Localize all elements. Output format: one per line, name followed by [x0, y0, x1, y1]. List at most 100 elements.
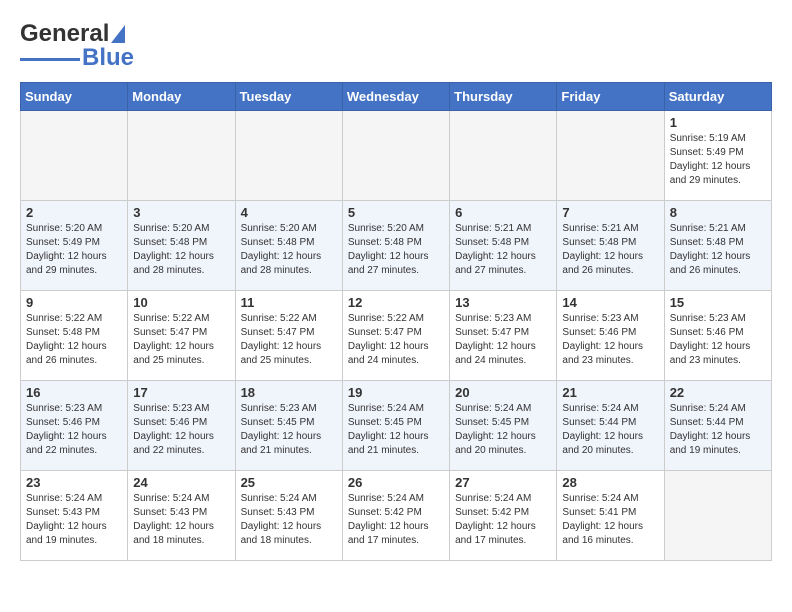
day-number: 8	[670, 205, 766, 220]
day-header-monday: Monday	[128, 83, 235, 111]
day-cell-11: 11 Sunrise: 5:22 AM Sunset: 5:47 PM Dayli…	[235, 291, 342, 381]
day-cell-12: 12 Sunrise: 5:22 AM Sunset: 5:47 PM Dayli…	[342, 291, 449, 381]
day-cell-4: 4 Sunrise: 5:20 AM Sunset: 5:48 PM Daylig…	[235, 201, 342, 291]
empty-cell	[21, 111, 128, 201]
day-cell-14: 14 Sunrise: 5:23 AM Sunset: 5:46 PM Dayli…	[557, 291, 664, 381]
day-cell-6: 6 Sunrise: 5:21 AM Sunset: 5:48 PM Daylig…	[450, 201, 557, 291]
logo-blue: Blue	[82, 44, 134, 72]
logo-triangle	[111, 25, 125, 43]
day-number: 11	[241, 295, 337, 310]
logo: General Blue	[20, 20, 134, 72]
day-info: Sunrise: 5:20 AM Sunset: 5:48 PM Dayligh…	[133, 222, 229, 278]
day-cell-27: 27 Sunrise: 5:24 AM Sunset: 5:42 PM Dayli…	[450, 471, 557, 561]
week-row-5: 23 Sunrise: 5:24 AM Sunset: 5:43 PM Dayli…	[21, 471, 772, 561]
day-number: 28	[562, 475, 658, 490]
day-cell-13: 13Sunrise: 5:23 AM Sunset: 5:47 PM Dayli…	[450, 291, 557, 381]
day-number: 5	[348, 205, 444, 220]
week-row-3: 9 Sunrise: 5:22 AM Sunset: 5:48 PM Daylig…	[21, 291, 772, 381]
empty-cell	[128, 111, 235, 201]
day-cell-2: 2Sunrise: 5:20 AM Sunset: 5:49 PM Daylig…	[21, 201, 128, 291]
day-number: 15	[670, 295, 766, 310]
day-info: Sunrise: 5:21 AM Sunset: 5:48 PM Dayligh…	[455, 222, 551, 278]
empty-cell	[342, 111, 449, 201]
week-row-4: 16 Sunrise: 5:23 AM Sunset: 5:46 PM Dayli…	[21, 381, 772, 471]
day-cell-7: 7Sunrise: 5:21 AM Sunset: 5:48 PM Daylig…	[557, 201, 664, 291]
day-info: Sunrise: 5:21 AM Sunset: 5:48 PM Dayligh…	[670, 222, 766, 278]
day-cell-18: 18Sunrise: 5:23 AM Sunset: 5:45 PM Dayli…	[235, 381, 342, 471]
day-info: Sunrise: 5:24 AM Sunset: 5:44 PM Dayligh…	[562, 402, 658, 458]
day-number: 14	[562, 295, 658, 310]
day-number: 26	[348, 475, 444, 490]
day-number: 10	[133, 295, 229, 310]
day-info: Sunrise: 5:24 AM Sunset: 5:45 PM Dayligh…	[348, 402, 444, 458]
day-cell-21: 21Sunrise: 5:24 AM Sunset: 5:44 PM Dayli…	[557, 381, 664, 471]
day-info: Sunrise: 5:24 AM Sunset: 5:42 PM Dayligh…	[455, 492, 551, 548]
day-cell-22: 22 Sunrise: 5:24 AM Sunset: 5:44 PM Dayli…	[664, 381, 771, 471]
day-info: Sunrise: 5:22 AM Sunset: 5:47 PM Dayligh…	[133, 312, 229, 368]
empty-cell	[664, 471, 771, 561]
day-cell-25: 25 Sunrise: 5:24 AM Sunset: 5:43 PM Dayli…	[235, 471, 342, 561]
day-info: Sunrise: 5:24 AM Sunset: 5:43 PM Dayligh…	[26, 492, 122, 548]
day-info: Sunrise: 5:23 AM Sunset: 5:46 PM Dayligh…	[26, 402, 122, 458]
day-info: Sunrise: 5:23 AM Sunset: 5:45 PM Dayligh…	[241, 402, 337, 458]
day-info: Sunrise: 5:23 AM Sunset: 5:46 PM Dayligh…	[562, 312, 658, 368]
day-number: 13	[455, 295, 551, 310]
day-number: 7	[562, 205, 658, 220]
day-cell-28: 28 Sunrise: 5:24 AM Sunset: 5:41 PM Dayli…	[557, 471, 664, 561]
day-info: Sunrise: 5:24 AM Sunset: 5:41 PM Dayligh…	[562, 492, 658, 548]
empty-cell	[557, 111, 664, 201]
week-row-2: 2Sunrise: 5:20 AM Sunset: 5:49 PM Daylig…	[21, 201, 772, 291]
day-info: Sunrise: 5:24 AM Sunset: 5:45 PM Dayligh…	[455, 402, 551, 458]
day-info: Sunrise: 5:22 AM Sunset: 5:47 PM Dayligh…	[348, 312, 444, 368]
day-cell-3: 3 Sunrise: 5:20 AM Sunset: 5:48 PM Daylig…	[128, 201, 235, 291]
day-info: Sunrise: 5:20 AM Sunset: 5:48 PM Dayligh…	[348, 222, 444, 278]
day-number: 16	[26, 385, 122, 400]
day-cell-16: 16 Sunrise: 5:23 AM Sunset: 5:46 PM Dayli…	[21, 381, 128, 471]
week-row-1: 1 Sunrise: 5:19 AM Sunset: 5:49 PM Daylig…	[21, 111, 772, 201]
day-number: 3	[133, 205, 229, 220]
day-info: Sunrise: 5:20 AM Sunset: 5:48 PM Dayligh…	[241, 222, 337, 278]
day-number: 2	[26, 205, 122, 220]
day-cell-26: 26Sunrise: 5:24 AM Sunset: 5:42 PM Dayli…	[342, 471, 449, 561]
day-header-saturday: Saturday	[664, 83, 771, 111]
days-header-row: SundayMondayTuesdayWednesdayThursdayFrid…	[21, 83, 772, 111]
day-number: 9	[26, 295, 122, 310]
day-header-tuesday: Tuesday	[235, 83, 342, 111]
day-header-wednesday: Wednesday	[342, 83, 449, 111]
empty-cell	[235, 111, 342, 201]
day-number: 22	[670, 385, 766, 400]
day-cell-8: 8 Sunrise: 5:21 AM Sunset: 5:48 PM Daylig…	[664, 201, 771, 291]
day-info: Sunrise: 5:19 AM Sunset: 5:49 PM Dayligh…	[670, 132, 766, 188]
day-number: 27	[455, 475, 551, 490]
day-cell-1: 1 Sunrise: 5:19 AM Sunset: 5:49 PM Daylig…	[664, 111, 771, 201]
day-number: 24	[133, 475, 229, 490]
day-info: Sunrise: 5:22 AM Sunset: 5:48 PM Dayligh…	[26, 312, 122, 368]
page-header: General Blue	[20, 20, 772, 72]
day-cell-20: 20 Sunrise: 5:24 AM Sunset: 5:45 PM Dayli…	[450, 381, 557, 471]
logo-line	[20, 58, 80, 61]
day-cell-19: 19 Sunrise: 5:24 AM Sunset: 5:45 PM Dayli…	[342, 381, 449, 471]
day-info: Sunrise: 5:24 AM Sunset: 5:44 PM Dayligh…	[670, 402, 766, 458]
day-header-friday: Friday	[557, 83, 664, 111]
day-cell-15: 15 Sunrise: 5:23 AM Sunset: 5:46 PM Dayli…	[664, 291, 771, 381]
day-cell-17: 17Sunrise: 5:23 AM Sunset: 5:46 PM Dayli…	[128, 381, 235, 471]
day-cell-5: 5 Sunrise: 5:20 AM Sunset: 5:48 PM Daylig…	[342, 201, 449, 291]
day-info: Sunrise: 5:24 AM Sunset: 5:43 PM Dayligh…	[133, 492, 229, 548]
day-number: 12	[348, 295, 444, 310]
day-info: Sunrise: 5:23 AM Sunset: 5:46 PM Dayligh…	[670, 312, 766, 368]
day-info: Sunrise: 5:24 AM Sunset: 5:43 PM Dayligh…	[241, 492, 337, 548]
day-header-sunday: Sunday	[21, 83, 128, 111]
day-number: 23	[26, 475, 122, 490]
day-number: 20	[455, 385, 551, 400]
day-number: 19	[348, 385, 444, 400]
day-info: Sunrise: 5:22 AM Sunset: 5:47 PM Dayligh…	[241, 312, 337, 368]
empty-cell	[450, 111, 557, 201]
day-number: 1	[670, 115, 766, 130]
day-cell-23: 23 Sunrise: 5:24 AM Sunset: 5:43 PM Dayli…	[21, 471, 128, 561]
day-number: 6	[455, 205, 551, 220]
day-number: 4	[241, 205, 337, 220]
day-number: 25	[241, 475, 337, 490]
calendar: SundayMondayTuesdayWednesdayThursdayFrid…	[20, 82, 772, 561]
day-number: 17	[133, 385, 229, 400]
day-cell-24: 24 Sunrise: 5:24 AM Sunset: 5:43 PM Dayli…	[128, 471, 235, 561]
